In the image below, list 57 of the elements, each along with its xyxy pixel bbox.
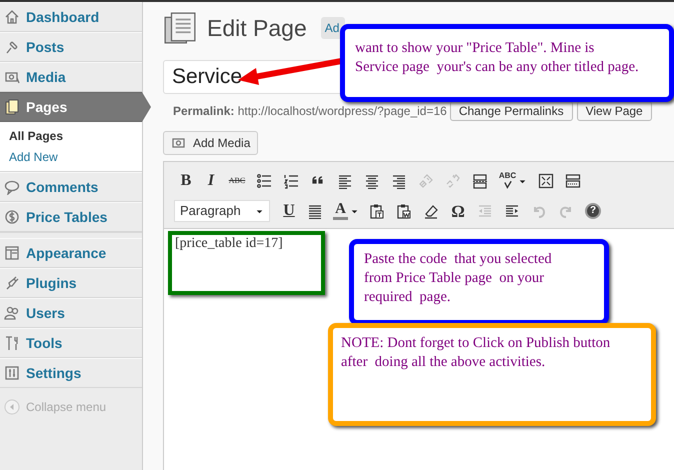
submenu-item[interactable]: All Pages: [0, 127, 142, 145]
page-break-icon: [472, 173, 488, 189]
indent-icon: [504, 203, 520, 219]
italic-button[interactable]: I: [199, 169, 223, 193]
fullscreen-icon: [538, 173, 554, 189]
sidebar-item[interactable]: Tools: [0, 328, 142, 358]
shortcode-text: [price_table id=17]: [168, 231, 325, 295]
broken-link-icon: [445, 173, 461, 189]
sidebar-item[interactable]: Plugins: [0, 268, 142, 298]
text-color-button[interactable]: A: [329, 199, 363, 223]
spellcheck-button[interactable]: ABC: [494, 169, 532, 193]
bold-button[interactable]: B: [174, 169, 198, 193]
underline-button[interactable]: U: [277, 199, 301, 223]
list-icon: [256, 173, 272, 189]
sidebar-item[interactable]: Pages: [0, 92, 142, 122]
justify-icon: [307, 203, 323, 219]
outdent-icon: [477, 203, 493, 219]
align-left-icon: [337, 173, 353, 189]
sidebar-item[interactable]: Posts: [0, 32, 142, 62]
speech-bubble-icon: [4, 179, 20, 195]
change-permalinks-button[interactable]: Change Permalinks: [450, 101, 573, 121]
sidebar-item[interactable]: Appearance: [0, 238, 142, 268]
sidebar-item[interactable]: Comments: [0, 172, 142, 202]
sidebar-item[interactable]: Price Tables: [0, 202, 142, 232]
clipboard-icon: [369, 203, 385, 219]
permalink-text: Permalink: http://localhost/wordpress/?page_id=16: [173, 103, 447, 120]
add-media-button[interactable]: Add Media: [163, 131, 258, 155]
pages-icon: [4, 99, 20, 115]
help-button[interactable]: ?: [580, 199, 606, 223]
sliders-icon: [4, 365, 20, 381]
chain-link-icon: [418, 173, 434, 189]
view-page-button[interactable]: View Page: [576, 101, 652, 121]
numbered-list-icon: [283, 173, 299, 189]
align-right-icon: [391, 173, 407, 189]
annotation-tooltip: NOTE: Dont forget to Click on Publish button after doing all the above activities.: [328, 323, 656, 426]
keyboard-icon: [565, 173, 581, 189]
people-icon: [4, 305, 20, 321]
sidebar-item[interactable]: Users: [0, 298, 142, 328]
page-title: Edit Page: [207, 14, 307, 43]
clipboard-icon: [396, 203, 412, 219]
coin-icon: [4, 209, 20, 225]
eraser-icon: [423, 203, 439, 219]
sidebar-item[interactable]: Dashboard: [0, 2, 142, 32]
plug-icon: [4, 275, 20, 291]
format-dropdown[interactable]: Paragraph: [174, 200, 270, 222]
sidebar-item[interactable]: Settings: [0, 358, 142, 388]
submenu-item[interactable]: Add New: [0, 148, 142, 166]
checkmark-icon: [502, 180, 514, 190]
house-icon: [4, 9, 20, 25]
align-center-icon: [364, 173, 380, 189]
special-character-button[interactable]: Ω: [445, 199, 471, 223]
add-new-button[interactable]: Ad: [320, 17, 345, 39]
layout-icon: [4, 245, 20, 261]
annotation-tooltip: want to show your "Price Table". Mine is Service page your's can be any other titled page.: [340, 24, 674, 102]
tools-icon: [4, 335, 20, 351]
document-icon: [163, 11, 197, 45]
strikethrough-button[interactable]: ABC: [224, 169, 250, 193]
